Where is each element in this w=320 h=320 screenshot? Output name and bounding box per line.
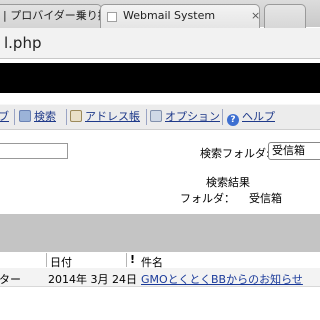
search-folder-label: 検索フォルダ:: [200, 147, 270, 160]
table-row[interactable]: ター 2014年 3月 24日 GMOとくとくBBからのお知らせ: [0, 268, 320, 287]
priority-flag-icon: !: [130, 253, 136, 266]
results-folder-value: 受信箱: [249, 192, 282, 205]
tab-title: Webmail System: [123, 9, 216, 22]
menu-separator: [66, 109, 67, 125]
results-toolbar-band: [0, 214, 320, 252]
search-icon: [19, 110, 31, 122]
menu-item-help[interactable]: ? ヘルプ: [227, 109, 275, 126]
help-icon: ?: [227, 114, 239, 126]
search-folder-select[interactable]: 受信箱: [268, 142, 320, 160]
results-title: 検索結果: [206, 176, 250, 189]
results-folder-line: フォルダ： 受信箱: [180, 190, 282, 206]
new-tab-button[interactable]: [264, 4, 306, 30]
search-input[interactable]: [0, 143, 68, 159]
menu-separator: [14, 109, 15, 125]
redacted-header-banner: [0, 63, 320, 93]
browser-tab-bar: | プロバイダー乗り換 × Webmail System ×: [0, 0, 320, 30]
menu-item-address-book[interactable]: アドレス帳: [70, 109, 140, 125]
address-bar[interactable]: l.php: [0, 28, 320, 59]
tab-title: | プロバイダー乗り換: [3, 9, 102, 22]
menu-item-search[interactable]: 検索: [19, 109, 56, 125]
page-favicon-icon: [107, 12, 117, 22]
menu-separator: [146, 109, 147, 125]
column-divider: [126, 253, 127, 267]
row-date: 2014年 3月 24日: [48, 273, 137, 286]
row-from: ター: [0, 273, 21, 286]
menu-separator: [222, 109, 223, 125]
column-divider: [46, 253, 47, 267]
options-icon: [150, 110, 162, 122]
row-subject-link[interactable]: GMOとくとくBBからのお知らせ: [141, 271, 303, 287]
results-folder-label: フォルダ：: [180, 192, 235, 205]
webmail-menu-bar: ブ 検索 アドレス帳 オプション ? ヘルプ: [0, 104, 320, 130]
url-text[interactable]: l.php: [4, 34, 42, 52]
menu-item-partial[interactable]: ブ: [0, 109, 9, 125]
address-book-icon: [70, 110, 82, 122]
browser-tab-provider[interactable]: | プロバイダー乗り換 ×: [0, 4, 102, 30]
table-header: 日付 ! 件名: [0, 252, 320, 269]
menu-item-options[interactable]: オプション: [150, 109, 220, 125]
search-folder-value: 受信箱: [272, 144, 305, 157]
browser-tab-webmail[interactable]: Webmail System ×: [100, 4, 260, 30]
tab-close-icon[interactable]: ×: [251, 5, 259, 27]
tab-close-icon[interactable]: ×: [77, 5, 86, 27]
